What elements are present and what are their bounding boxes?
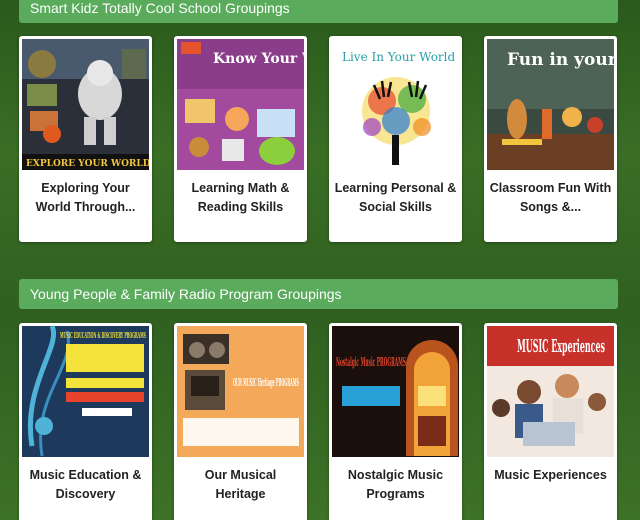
card-title[interactable]: Music Experiences xyxy=(488,466,613,485)
card-our-musical-heritage[interactable]: OUR MUSIC Heritage PROGRAMS Our Musical … xyxy=(174,323,307,520)
card-title[interactable]: Music Education & Discovery xyxy=(23,466,148,504)
card-title[interactable]: Nostalgic Music Programs xyxy=(333,466,458,504)
card-title[interactable]: Learning Personal & Social Skills xyxy=(333,179,458,217)
thumb-text: Live In Your World xyxy=(342,50,455,64)
card-title[interactable]: Learning Math & Reading Skills xyxy=(178,179,303,217)
card-classroom-fun[interactable]: Fun in your World Classroom Fun With Son… xyxy=(484,36,617,242)
card-music-experiences[interactable]: MUSIC Experiences Music Experiences xyxy=(484,323,617,520)
card-thumbnail[interactable]: Know Your World xyxy=(177,39,304,170)
thumb-text: Nostalgic Music PROGRAMS xyxy=(336,355,406,369)
card-thumbnail[interactable]: MUSIC EDUCATION & DISCOVERY PROGRAMS xyxy=(22,326,149,457)
card-nostalgic-music[interactable]: Nostalgic Music PROGRAMS Nostalgic Music… xyxy=(329,323,462,520)
card-learning-personal-social[interactable]: Live In Your World Learning Personal & S… xyxy=(329,36,462,242)
card-music-education[interactable]: MUSIC EDUCATION & DISCOVERY PROGRAMS Mus… xyxy=(19,323,152,520)
card-thumbnail[interactable]: Live In Your World xyxy=(332,39,459,170)
card-title[interactable]: Classroom Fun With Songs &... xyxy=(488,179,613,217)
card-title[interactable]: Exploring Your World Through... xyxy=(23,179,148,217)
thumb-text: OUR MUSIC Heritage PROGRAMS xyxy=(233,376,299,389)
section-title: Smart Kidz Totally Cool School Groupings xyxy=(30,0,290,16)
card-learning-math-reading[interactable]: Know Your World Learning Math & Reading … xyxy=(174,36,307,242)
card-thumbnail[interactable]: OUR MUSIC Heritage PROGRAMS xyxy=(177,326,304,457)
thumb-text: Fun in your World xyxy=(507,50,614,70)
thumb-text: MUSIC EDUCATION & DISCOVERY PROGRAMS xyxy=(60,330,146,340)
card-exploring-your-world[interactable]: EXPLORE YOUR WORLD Exploring Your World … xyxy=(19,36,152,242)
section-title: Young People & Family Radio Program Grou… xyxy=(30,286,342,302)
card-thumbnail[interactable]: EXPLORE YOUR WORLD xyxy=(22,39,149,170)
card-title[interactable]: Our Musical Heritage xyxy=(178,466,303,504)
card-thumbnail[interactable]: Nostalgic Music PROGRAMS xyxy=(332,326,459,457)
section-header-school: Smart Kidz Totally Cool School Groupings xyxy=(19,0,618,23)
thumb-text: Know Your World xyxy=(213,51,304,67)
card-thumbnail[interactable]: MUSIC Experiences xyxy=(487,326,614,457)
card-thumbnail[interactable]: Fun in your World xyxy=(487,39,614,170)
section-header-radio: Young People & Family Radio Program Grou… xyxy=(19,279,618,309)
thumb-text: EXPLORE YOUR WORLD xyxy=(26,159,149,169)
thumb-text: MUSIC Experiences xyxy=(517,336,605,357)
